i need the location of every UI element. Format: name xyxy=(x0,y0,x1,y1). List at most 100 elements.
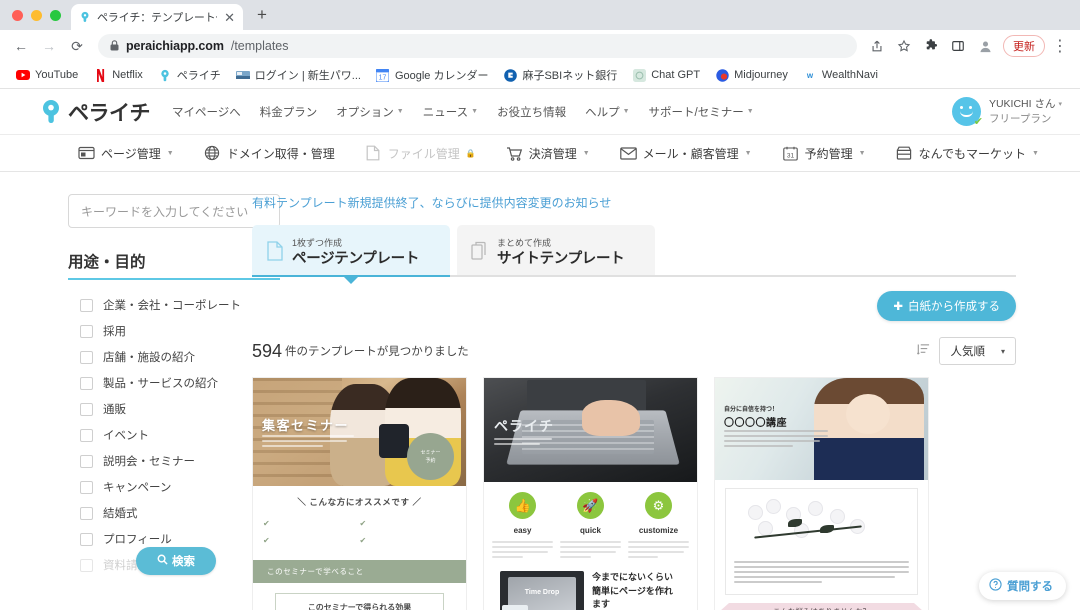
site-logo[interactable]: ペライチ xyxy=(40,97,151,127)
sort-icon[interactable] xyxy=(917,343,930,359)
card-bottom-image: Time Drop xyxy=(500,571,584,610)
facet-recruit[interactable]: 採用 xyxy=(68,318,252,344)
card-band: このセミナーで学べること xyxy=(253,560,466,583)
keyword-search-input[interactable]: キーワードを入力してください xyxy=(68,194,280,228)
question-circle-icon xyxy=(989,578,1002,594)
update-button[interactable]: 更新 xyxy=(1003,35,1045,57)
user-name-label: YUKICHI さん xyxy=(988,98,1056,111)
card-ribbon-label: こんな悩みはありませんか？ xyxy=(773,606,870,610)
nav-mypage[interactable]: マイページへ xyxy=(172,104,241,120)
facet-campaign[interactable]: キャンペーン xyxy=(68,474,252,500)
nav-pricing[interactable]: 料金プラン xyxy=(260,104,318,120)
checkbox[interactable] xyxy=(80,376,93,390)
nav-label: マイページへ xyxy=(172,106,241,119)
bookmark-netflix[interactable]: Netflix xyxy=(87,66,149,84)
create-blank-button[interactable]: ✚ 白紙から作成する xyxy=(877,291,1016,321)
chat-question-button[interactable]: 質問する xyxy=(979,572,1066,600)
card-hero-image: 自分に自信を持つ！ 〇〇〇〇講座 xyxy=(715,378,928,480)
checkbox[interactable] xyxy=(80,402,93,416)
template-card[interactable]: ペライチ 👍 easy 🚀 quick ⚙ customize Time Dro… xyxy=(483,377,698,610)
feature-item: 👍 easy xyxy=(492,492,554,561)
bookmark-chatgpt[interactable]: Chat GPT xyxy=(626,66,706,84)
subnav-payment[interactable]: 決済管理 ▼ xyxy=(506,145,590,162)
facet-label: 説明会・セミナー xyxy=(103,456,195,468)
checkbox[interactable] xyxy=(80,428,93,442)
checkbox[interactable] xyxy=(80,454,93,468)
tab-title: ページテンプレート xyxy=(292,251,420,268)
nav-news[interactable]: ニュース ▼ xyxy=(423,104,478,120)
bookmark-wealthnavi[interactable]: w WealthNavi xyxy=(797,66,884,84)
sort-select[interactable]: 人気順 ▾ xyxy=(939,337,1016,365)
svg-text:w: w xyxy=(806,71,814,80)
bookmark-midjourney[interactable]: Midjourney xyxy=(709,66,794,84)
bookmark-peraichi[interactable]: ペライチ xyxy=(152,65,227,85)
checkbox[interactable] xyxy=(80,558,93,572)
nav-support-seminar[interactable]: サポート/セミナー ▼ xyxy=(649,104,754,120)
bookmark-google-calendar[interactable]: 17 Google カレンダー xyxy=(370,65,495,85)
template-card[interactable]: 集客セミナー セミナー 予約 ＼ こんな方にオススメです ／ ✔ ✔ ✔ ✔ こ… xyxy=(252,377,467,610)
facet-event[interactable]: イベント xyxy=(68,422,252,448)
extensions-puzzle-icon[interactable] xyxy=(919,34,943,58)
subnav-domain[interactable]: ドメイン取得・管理 xyxy=(204,145,335,162)
facet-store[interactable]: 店舗・施設の紹介 xyxy=(68,344,252,370)
share-icon[interactable] xyxy=(865,34,889,58)
new-tab-button[interactable]: + xyxy=(249,2,275,28)
tab-site-template[interactable]: まとめて作成 サイトテンプレート xyxy=(457,225,655,277)
back-icon[interactable]: ← xyxy=(8,33,34,59)
feature-text xyxy=(559,541,622,561)
check-icon: ✔ xyxy=(263,519,270,528)
bookmark-star-icon[interactable] xyxy=(892,34,916,58)
checkbox[interactable] xyxy=(80,298,93,312)
subnav-reservation[interactable]: 31 予約管理 ▼ xyxy=(782,145,866,162)
user-name-menu[interactable]: YUKICHI さん ▾ xyxy=(989,97,1062,111)
card-hero-image: ペライチ xyxy=(484,378,697,482)
subnav-page-manage[interactable]: ページ管理 ▼ xyxy=(78,145,174,162)
checkbox[interactable] xyxy=(80,350,93,364)
bookmark-sbi-bank[interactable]: 麻子SBIネット銀行 xyxy=(497,65,623,85)
facet-seminar[interactable]: 説明会・セミナー xyxy=(68,448,252,474)
template-card[interactable]: 自分に自信を持つ！ 〇〇〇〇講座 xyxy=(714,377,929,610)
nav-help[interactable]: ヘルプ ▼ xyxy=(585,104,629,120)
browser-menu-icon[interactable]: ⋮ xyxy=(1048,34,1072,58)
nav-useful-info[interactable]: お役立ち情報 xyxy=(497,104,566,120)
card-hero-subtext xyxy=(262,435,354,450)
nav-options[interactable]: オプション ▼ xyxy=(336,104,403,120)
results-text: 件のテンプレートが見つかりました xyxy=(285,346,469,358)
avatar[interactable]: ✔ xyxy=(951,96,983,128)
subnav-file-manage[interactable]: ファイル管理 🔒 xyxy=(365,145,476,162)
sidebar-panel-icon[interactable] xyxy=(946,34,970,58)
subnav-market[interactable]: なんでもマーケット ▼ xyxy=(896,145,1039,162)
maximize-window-button[interactable] xyxy=(50,9,61,21)
facet-wedding[interactable]: 結婚式 xyxy=(68,500,252,526)
window-controls[interactable] xyxy=(10,0,71,30)
notice-link[interactable]: 有料テンプレート新規提供終了、ならびに提供内容変更のお知らせ xyxy=(252,194,1016,211)
user-plan-label: フリープラン xyxy=(988,112,1052,125)
address-bar[interactable]: peraichiapp.com/templates xyxy=(98,34,857,58)
search-button-label: 検索 xyxy=(172,556,195,568)
tab-page-template[interactable]: 1枚ずつ作成 ページテンプレート xyxy=(252,225,450,284)
browser-tab[interactable]: ペライチ：テンプレート一覧 - ホ ✕ xyxy=(71,4,243,30)
subnav-mail-customer[interactable]: メール・顧客管理 ▼ xyxy=(619,145,752,162)
chat-question-label: 質問する xyxy=(1007,581,1053,593)
search-button[interactable]: 検索 xyxy=(136,547,216,575)
facet-product[interactable]: 製品・サービスの紹介 xyxy=(68,370,252,396)
checkbox[interactable] xyxy=(80,480,93,494)
minimize-window-button[interactable] xyxy=(31,9,42,21)
checkbox[interactable] xyxy=(80,324,93,338)
card-bottom-section: Time Drop 今までにないくらい簡単にページを作れます xyxy=(492,571,689,610)
gear-icon: ⚙ xyxy=(644,492,672,519)
facet-corporate[interactable]: 企業・会社・コーポレート xyxy=(68,292,252,318)
checkbox[interactable] xyxy=(80,506,93,520)
facet-ecommerce[interactable]: 通販 xyxy=(68,396,252,422)
close-tab-icon[interactable]: ✕ xyxy=(223,11,236,24)
feature-text xyxy=(492,541,554,561)
close-window-button[interactable] xyxy=(12,9,23,21)
checkbox[interactable] xyxy=(80,532,93,546)
feature-name: customize xyxy=(638,526,679,535)
profile-icon[interactable] xyxy=(973,34,997,58)
reload-icon[interactable]: ⟳ xyxy=(64,33,90,59)
bookmark-shinsei-bank[interactable]: ログイン | 新生パワ... xyxy=(230,65,367,85)
bookmark-youtube[interactable]: YouTube xyxy=(10,66,84,84)
forward-icon[interactable]: → xyxy=(36,33,62,59)
user-area[interactable]: ✔ YUKICHI さん ▾ フリープラン xyxy=(951,96,1062,128)
